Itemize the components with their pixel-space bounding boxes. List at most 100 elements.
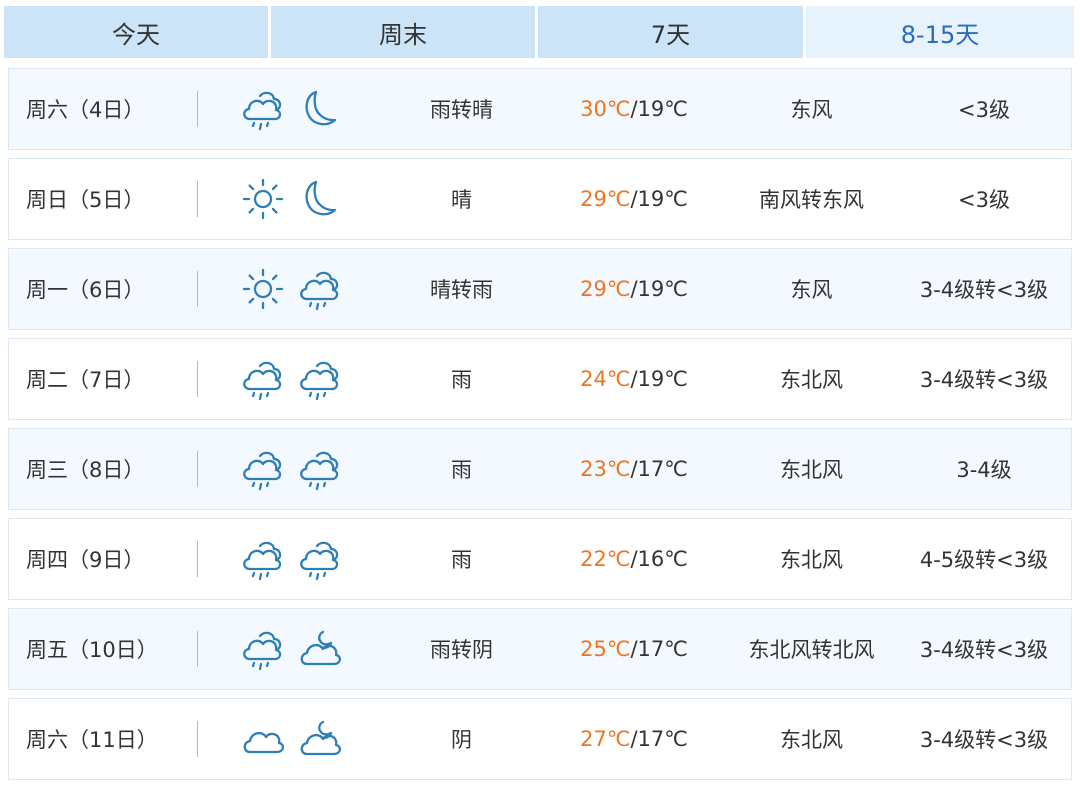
rain-icon (296, 249, 344, 329)
day-label: 周日（5日） (26, 188, 145, 212)
temperature: 22℃/16℃ (549, 519, 719, 599)
forecast-row: 周二（7日） 雨 24℃/19℃ 东北风 3-4级转<3级 (8, 338, 1072, 420)
day-label: 周四（9日） (26, 548, 145, 572)
wind-direction: 东风 (790, 278, 833, 302)
day-label: 周三（8日） (26, 458, 145, 482)
rain-icon (239, 429, 287, 509)
temp-high: 24℃ (580, 367, 631, 391)
wind-level: 3-4级转<3级 (919, 278, 1049, 302)
temperature: 23℃/17℃ (549, 429, 719, 509)
cloudy-night-icon (296, 699, 344, 779)
weather-desc: 雨 (451, 458, 472, 482)
temperature: 29℃/19℃ (549, 159, 719, 239)
temp-separator: / (630, 727, 638, 751)
temp-separator: / (630, 367, 638, 391)
temp-high: 25℃ (580, 637, 631, 661)
forecast-row: 周六（11日） 阴 27℃/17℃ 东北风 3-4级转<3级 (8, 698, 1072, 780)
divider (197, 361, 198, 397)
temp-high: 29℃ (580, 277, 631, 301)
wind-direction: 东北风 (780, 548, 843, 572)
wind-direction: 东北风 (780, 728, 843, 752)
forecast-row: 周四（9日） 雨 22℃/16℃ 东北风 4-5级转<3级 (8, 518, 1072, 600)
wind-direction: 东北风 (780, 368, 843, 392)
temperature: 24℃/19℃ (549, 339, 719, 419)
temp-high: 23℃ (580, 457, 631, 481)
moon-icon (296, 159, 344, 239)
wind-level: 3-4级 (956, 458, 1012, 482)
wind-level: 3-4级转<3级 (919, 368, 1049, 392)
temperature: 25℃/17℃ (549, 609, 719, 689)
sun-icon (239, 159, 287, 239)
temperature: 30℃/19℃ (549, 69, 719, 149)
temp-separator: / (630, 547, 638, 571)
wind-level: 4-5级转<3级 (919, 548, 1049, 572)
divider (197, 631, 198, 667)
temp-low: 19℃ (637, 187, 688, 211)
temp-separator: / (630, 187, 638, 211)
wind-level: 3-4级转<3级 (919, 638, 1049, 662)
forecast-row: 周三（8日） 雨 23℃/17℃ 东北风 3-4级 (8, 428, 1072, 510)
forecast-tabs: 今天 周末 7天 8-15天 (4, 6, 1074, 58)
temp-low: 19℃ (637, 97, 688, 121)
temp-low: 17℃ (637, 637, 688, 661)
temp-high: 22℃ (580, 547, 631, 571)
divider (197, 91, 198, 127)
rain-icon (239, 69, 287, 149)
rain-icon (296, 519, 344, 599)
weather-desc: 阴 (451, 728, 472, 752)
day-label: 周五（10日） (26, 638, 158, 662)
weather-desc: 雨 (451, 368, 472, 392)
wind-direction: 南风转东风 (759, 188, 864, 212)
forecast-row: 周六（4日） 雨转晴 30℃/19℃ 东风 <3级 (8, 68, 1072, 150)
cloud-icon (239, 699, 287, 779)
weather-desc: 晴 (451, 188, 472, 212)
day-label: 周六（4日） (26, 98, 145, 122)
temp-low: 16℃ (637, 547, 688, 571)
weather-desc: 雨 (451, 548, 472, 572)
day-label: 周一（6日） (26, 278, 145, 302)
day-label: 周二（7日） (26, 368, 145, 392)
temp-low: 19℃ (637, 367, 688, 391)
rain-icon (239, 609, 287, 689)
temperature: 27℃/17℃ (549, 699, 719, 779)
weather-desc: 雨转阴 (430, 638, 493, 662)
temp-separator: / (630, 457, 638, 481)
weather-desc: 雨转晴 (430, 98, 493, 122)
temperature: 29℃/19℃ (549, 249, 719, 329)
moon-icon (296, 69, 344, 149)
temp-high: 29℃ (580, 187, 631, 211)
temp-separator: / (630, 637, 638, 661)
tab-8-15-days[interactable]: 8-15天 (806, 6, 1074, 58)
temp-high: 30℃ (580, 97, 631, 121)
tab-today[interactable]: 今天 (4, 6, 268, 58)
rain-icon (239, 339, 287, 419)
divider (197, 451, 198, 487)
day-label: 周六（11日） (26, 728, 158, 752)
forecast-row: 周日（5日） 晴 29℃/19℃ 南风转东风 <3级 (8, 158, 1072, 240)
cloudy-night-icon (296, 609, 344, 689)
rain-icon (239, 519, 287, 599)
forecast-row: 周五（10日） 雨转阴 25℃/17℃ 东北风转北风 3-4级转<3级 (8, 608, 1072, 690)
divider (197, 721, 198, 757)
tab-7-days[interactable]: 7天 (538, 6, 803, 58)
rain-icon (296, 429, 344, 509)
divider (197, 541, 198, 577)
wind-level: <3级 (958, 188, 1010, 212)
wind-direction: 东风 (790, 98, 833, 122)
temp-low: 19℃ (637, 277, 688, 301)
divider (197, 181, 198, 217)
wind-level: 3-4级转<3级 (919, 728, 1049, 752)
wind-level: <3级 (958, 98, 1010, 122)
forecast-row: 周一（6日） 晴转雨 29℃/19℃ 东风 3-4级转<3级 (8, 248, 1072, 330)
wind-direction: 东北风 (780, 458, 843, 482)
temp-separator: / (630, 277, 638, 301)
sun-icon (239, 249, 287, 329)
wind-direction: 东北风转北风 (748, 638, 875, 662)
temp-low: 17℃ (637, 727, 688, 751)
temp-low: 17℃ (637, 457, 688, 481)
temp-high: 27℃ (580, 727, 631, 751)
weather-desc: 晴转雨 (430, 278, 493, 302)
divider (197, 271, 198, 307)
temp-separator: / (630, 97, 638, 121)
tab-weekend[interactable]: 周末 (271, 6, 535, 58)
